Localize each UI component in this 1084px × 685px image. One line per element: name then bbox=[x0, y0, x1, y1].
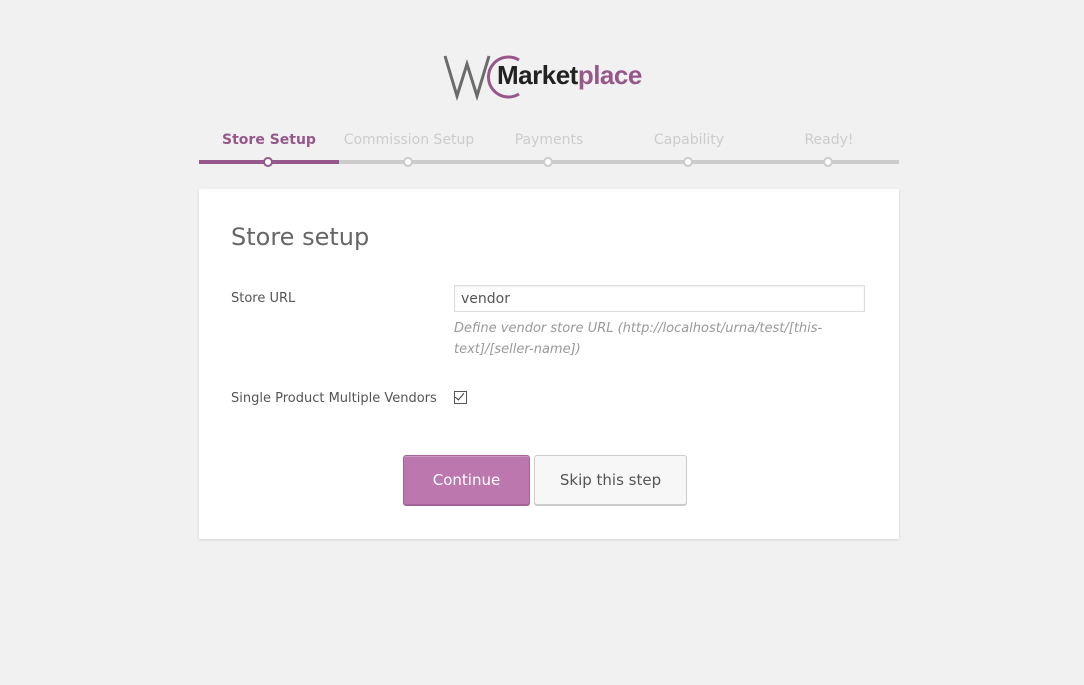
checkmark-icon bbox=[454, 390, 465, 401]
logo-text-market: Market bbox=[497, 60, 578, 90]
setup-card: Store setup Store URL Define vendor stor… bbox=[199, 189, 899, 539]
step-label: Commission Setup bbox=[343, 132, 475, 148]
step-dot-icon bbox=[263, 157, 273, 167]
step-dot-icon bbox=[403, 157, 413, 167]
continue-button[interactable]: Continue bbox=[403, 455, 530, 505]
setup-steps: Store Setup Commission Setup Payments Ca… bbox=[199, 130, 899, 170]
step-dot-icon bbox=[543, 157, 553, 167]
spmv-label: Single Product Multiple Vendors bbox=[231, 391, 437, 406]
step-capability[interactable]: Capability bbox=[619, 130, 759, 170]
step-payments[interactable]: Payments bbox=[479, 130, 619, 170]
step-store-setup[interactable]: Store Setup bbox=[199, 130, 339, 170]
spmv-checkbox[interactable] bbox=[454, 390, 467, 404]
page-title: Store setup bbox=[231, 223, 370, 251]
step-commission-setup[interactable]: Commission Setup bbox=[339, 130, 479, 170]
step-label: Capability bbox=[653, 132, 725, 148]
step-label: Store Setup bbox=[222, 132, 316, 148]
store-url-label: Store URL bbox=[231, 291, 296, 306]
step-dot-icon bbox=[823, 157, 833, 167]
step-label: Payments bbox=[514, 132, 584, 148]
logo-text-place: place bbox=[577, 60, 643, 90]
logo: Marketplace bbox=[443, 50, 658, 102]
logo-text: Marketplace bbox=[497, 60, 642, 91]
step-dot-icon bbox=[683, 157, 693, 167]
store-url-input[interactable] bbox=[454, 285, 865, 312]
step-label: Ready! bbox=[804, 132, 854, 148]
store-url-hint: Define vendor store URL (http://localhos… bbox=[454, 321, 823, 357]
step-ready[interactable]: Ready! bbox=[759, 130, 899, 170]
skip-step-button[interactable]: Skip this step bbox=[534, 455, 687, 505]
